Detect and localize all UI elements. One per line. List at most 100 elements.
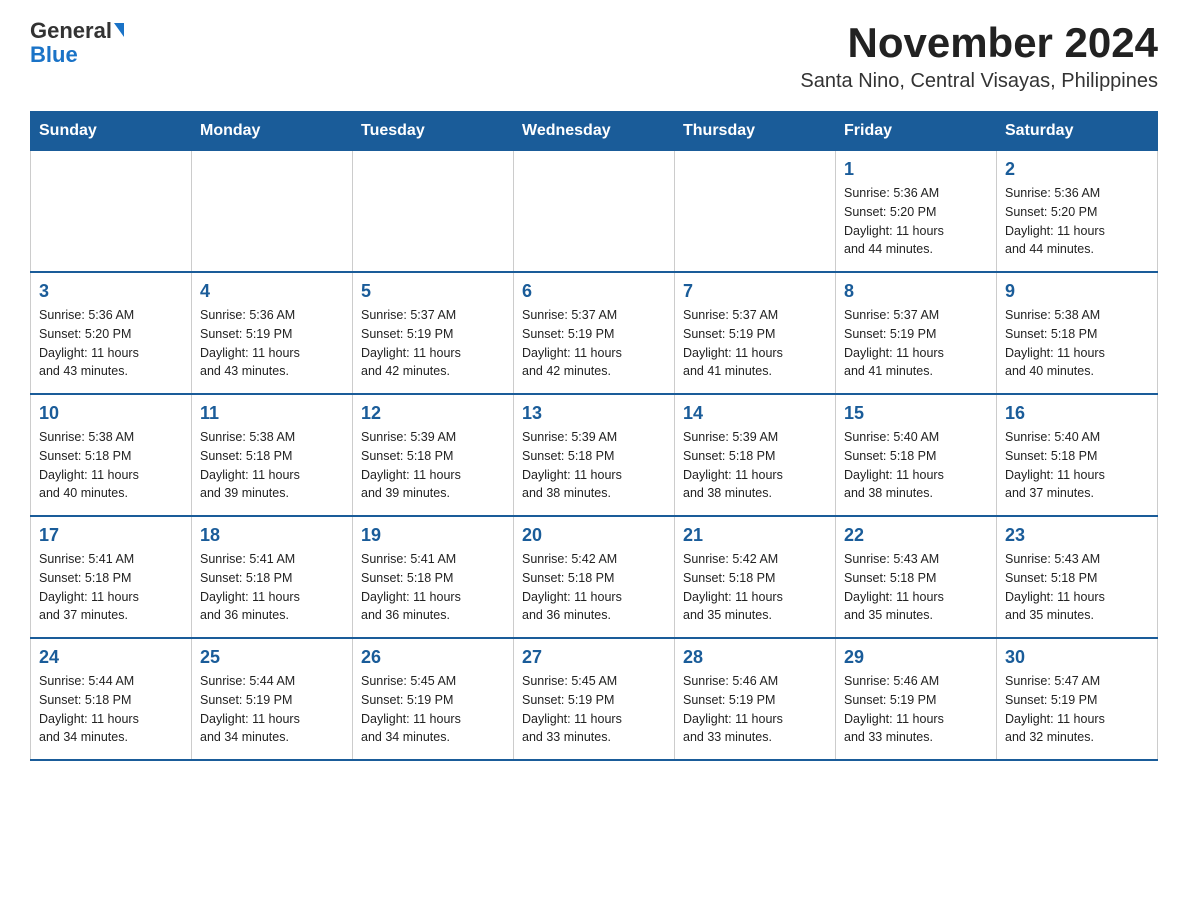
calendar-day-cell (31, 151, 192, 273)
day-number: 30 (1005, 647, 1149, 668)
day-number: 23 (1005, 525, 1149, 546)
day-number: 13 (522, 403, 666, 424)
calendar-day-cell: 10Sunrise: 5:38 AMSunset: 5:18 PMDayligh… (31, 394, 192, 516)
calendar-day-header: Friday (836, 112, 997, 151)
calendar-day-cell: 15 Sunrise: 5:40 AMSunset: 5:18 PMDayligh… (836, 394, 997, 516)
calendar-day-cell: 23 Sunrise: 5:43 AMSunset: 5:18 PMDayligh… (997, 516, 1158, 638)
calendar-day-cell: 1 Sunrise: 5:36 AMSunset: 5:20 PMDaylight… (836, 151, 997, 273)
day-info: Sunrise: 5:41 AMSunset: 5:18 PMDaylight:… (39, 550, 183, 625)
calendar-title: November 2024 (800, 20, 1158, 66)
logo: General Blue (30, 20, 124, 66)
day-number: 19 (361, 525, 505, 546)
calendar-day-cell: 6 Sunrise: 5:37 AMSunset: 5:19 PMDaylight… (514, 272, 675, 394)
calendar-week-row: 1 Sunrise: 5:36 AMSunset: 5:20 PMDaylight… (31, 151, 1158, 273)
calendar-day-cell: 26Sunrise: 5:45 AMSunset: 5:19 PMDayligh… (353, 638, 514, 760)
day-info: Sunrise: 5:46 AMSunset: 5:19 PMDaylight:… (844, 672, 988, 747)
calendar-header-row: SundayMondayTuesdayWednesdayThursdayFrid… (31, 112, 1158, 151)
calendar-header: SundayMondayTuesdayWednesdayThursdayFrid… (31, 112, 1158, 151)
calendar-day-cell: 19 Sunrise: 5:41 AMSunset: 5:18 PMDayligh… (353, 516, 514, 638)
calendar-week-row: 3 Sunrise: 5:36 AMSunset: 5:20 PMDaylight… (31, 272, 1158, 394)
day-info: Sunrise: 5:43 AMSunset: 5:18 PMDaylight:… (1005, 550, 1149, 625)
day-info: Sunrise: 5:41 AMSunset: 5:18 PMDaylight:… (361, 550, 505, 625)
day-number: 28 (683, 647, 827, 668)
calendar-week-row: 17 Sunrise: 5:41 AMSunset: 5:18 PMDayligh… (31, 516, 1158, 638)
day-number: 21 (683, 525, 827, 546)
day-info: Sunrise: 5:36 AMSunset: 5:20 PMDaylight:… (39, 306, 183, 381)
day-number: 4 (200, 281, 344, 302)
calendar-day-cell (192, 151, 353, 273)
day-info: Sunrise: 5:47 AMSunset: 5:19 PMDaylight:… (1005, 672, 1149, 747)
calendar-day-cell: 4 Sunrise: 5:36 AMSunset: 5:19 PMDaylight… (192, 272, 353, 394)
calendar-day-cell: 3 Sunrise: 5:36 AMSunset: 5:20 PMDaylight… (31, 272, 192, 394)
logo-general-text: General (30, 20, 124, 42)
day-number: 5 (361, 281, 505, 302)
day-number: 7 (683, 281, 827, 302)
day-number: 9 (1005, 281, 1149, 302)
calendar-week-row: 10Sunrise: 5:38 AMSunset: 5:18 PMDayligh… (31, 394, 1158, 516)
day-number: 18 (200, 525, 344, 546)
day-info: Sunrise: 5:44 AMSunset: 5:19 PMDaylight:… (200, 672, 344, 747)
page-header: General Blue November 2024 Santa Nino, C… (30, 20, 1158, 93)
calendar-day-cell: 7 Sunrise: 5:37 AMSunset: 5:19 PMDaylight… (675, 272, 836, 394)
day-info: Sunrise: 5:36 AMSunset: 5:20 PMDaylight:… (1005, 184, 1149, 259)
day-info: Sunrise: 5:36 AMSunset: 5:19 PMDaylight:… (200, 306, 344, 381)
calendar-day-cell: 17 Sunrise: 5:41 AMSunset: 5:18 PMDayligh… (31, 516, 192, 638)
day-info: Sunrise: 5:40 AMSunset: 5:18 PMDaylight:… (1005, 428, 1149, 503)
day-number: 17 (39, 525, 183, 546)
day-number: 11 (200, 403, 344, 424)
day-info: Sunrise: 5:36 AMSunset: 5:20 PMDaylight:… (844, 184, 988, 259)
day-info: Sunrise: 5:38 AMSunset: 5:18 PMDaylight:… (39, 428, 183, 503)
logo-blue-text: Blue (30, 44, 78, 66)
calendar-day-cell: 29Sunrise: 5:46 AMSunset: 5:19 PMDayligh… (836, 638, 997, 760)
calendar-day-header: Saturday (997, 112, 1158, 151)
day-info: Sunrise: 5:46 AMSunset: 5:19 PMDaylight:… (683, 672, 827, 747)
day-info: Sunrise: 5:39 AMSunset: 5:18 PMDaylight:… (361, 428, 505, 503)
calendar-day-cell: 24 Sunrise: 5:44 AMSunset: 5:18 PMDayligh… (31, 638, 192, 760)
day-number: 14 (683, 403, 827, 424)
calendar-day-cell: 12 Sunrise: 5:39 AMSunset: 5:18 PMDayligh… (353, 394, 514, 516)
day-info: Sunrise: 5:38 AMSunset: 5:18 PMDaylight:… (200, 428, 344, 503)
day-number: 20 (522, 525, 666, 546)
calendar-day-cell: 8Sunrise: 5:37 AMSunset: 5:19 PMDaylight… (836, 272, 997, 394)
calendar-day-header: Monday (192, 112, 353, 151)
day-number: 15 (844, 403, 988, 424)
day-number: 26 (361, 647, 505, 668)
day-info: Sunrise: 5:43 AMSunset: 5:18 PMDaylight:… (844, 550, 988, 625)
day-number: 16 (1005, 403, 1149, 424)
day-number: 1 (844, 159, 988, 180)
calendar-day-cell (353, 151, 514, 273)
day-number: 2 (1005, 159, 1149, 180)
calendar-day-cell: 9Sunrise: 5:38 AMSunset: 5:18 PMDaylight… (997, 272, 1158, 394)
day-number: 24 (39, 647, 183, 668)
day-info: Sunrise: 5:37 AMSunset: 5:19 PMDaylight:… (522, 306, 666, 381)
day-info: Sunrise: 5:42 AMSunset: 5:18 PMDaylight:… (522, 550, 666, 625)
calendar-day-cell: 22 Sunrise: 5:43 AMSunset: 5:18 PMDayligh… (836, 516, 997, 638)
calendar-day-cell: 27Sunrise: 5:45 AMSunset: 5:19 PMDayligh… (514, 638, 675, 760)
day-info: Sunrise: 5:37 AMSunset: 5:19 PMDaylight:… (683, 306, 827, 381)
day-number: 3 (39, 281, 183, 302)
calendar-day-cell: 30 Sunrise: 5:47 AMSunset: 5:19 PMDayligh… (997, 638, 1158, 760)
day-info: Sunrise: 5:42 AMSunset: 5:18 PMDaylight:… (683, 550, 827, 625)
day-info: Sunrise: 5:39 AMSunset: 5:18 PMDaylight:… (522, 428, 666, 503)
calendar-day-header: Sunday (31, 112, 192, 151)
day-info: Sunrise: 5:39 AMSunset: 5:18 PMDaylight:… (683, 428, 827, 503)
calendar-day-cell: 14 Sunrise: 5:39 AMSunset: 5:18 PMDayligh… (675, 394, 836, 516)
calendar-day-cell: 25 Sunrise: 5:44 AMSunset: 5:19 PMDayligh… (192, 638, 353, 760)
logo-triangle-icon (114, 23, 124, 37)
day-number: 12 (361, 403, 505, 424)
day-info: Sunrise: 5:37 AMSunset: 5:19 PMDaylight:… (361, 306, 505, 381)
day-number: 6 (522, 281, 666, 302)
day-info: Sunrise: 5:40 AMSunset: 5:18 PMDaylight:… (844, 428, 988, 503)
day-number: 25 (200, 647, 344, 668)
day-number: 22 (844, 525, 988, 546)
calendar-day-cell: 28 Sunrise: 5:46 AMSunset: 5:19 PMDayligh… (675, 638, 836, 760)
calendar-day-cell: 20 Sunrise: 5:42 AMSunset: 5:18 PMDayligh… (514, 516, 675, 638)
day-info: Sunrise: 5:44 AMSunset: 5:18 PMDaylight:… (39, 672, 183, 747)
title-block: November 2024 Santa Nino, Central Visaya… (800, 20, 1158, 93)
calendar-day-cell: 13 Sunrise: 5:39 AMSunset: 5:18 PMDayligh… (514, 394, 675, 516)
calendar-day-header: Thursday (675, 112, 836, 151)
calendar-week-row: 24 Sunrise: 5:44 AMSunset: 5:18 PMDayligh… (31, 638, 1158, 760)
calendar-day-header: Wednesday (514, 112, 675, 151)
day-info: Sunrise: 5:45 AMSunset: 5:19 PMDaylight:… (522, 672, 666, 747)
calendar-subtitle: Santa Nino, Central Visayas, Philippines (800, 70, 1158, 93)
